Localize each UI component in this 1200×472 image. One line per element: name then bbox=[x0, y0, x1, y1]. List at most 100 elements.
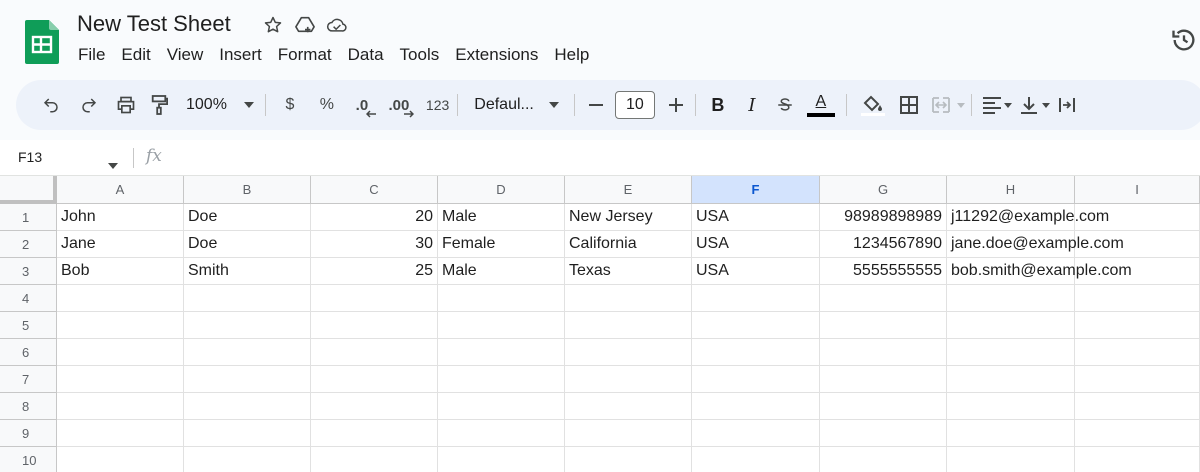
star-icon[interactable] bbox=[262, 14, 284, 36]
cell-d2[interactable]: Female bbox=[438, 231, 565, 258]
cell-i6[interactable] bbox=[1075, 339, 1200, 366]
menu-data[interactable]: Data bbox=[340, 44, 392, 66]
cell-e6[interactable] bbox=[565, 339, 692, 366]
cell-h9[interactable] bbox=[947, 420, 1075, 447]
cell-g8[interactable] bbox=[820, 393, 947, 420]
column-header-d[interactable]: D bbox=[438, 176, 565, 204]
cell-b5[interactable] bbox=[184, 312, 311, 339]
cell-e4[interactable] bbox=[565, 285, 692, 312]
paint-format-icon[interactable] bbox=[148, 90, 170, 120]
cell-i3[interactable] bbox=[1075, 258, 1200, 285]
cloud-saved-icon[interactable] bbox=[326, 14, 348, 36]
cell-b9[interactable] bbox=[184, 420, 311, 447]
sheets-logo-icon[interactable] bbox=[25, 20, 59, 64]
cell-a9[interactable] bbox=[57, 420, 184, 447]
name-box-dropdown-icon[interactable] bbox=[108, 156, 118, 174]
italic-button[interactable]: I bbox=[742, 90, 762, 120]
merge-cells-icon[interactable] bbox=[931, 90, 967, 120]
cell-a1[interactable]: John bbox=[57, 204, 184, 231]
row-header-5[interactable]: 5 bbox=[0, 312, 57, 339]
cell-g5[interactable] bbox=[820, 312, 947, 339]
cell-e3[interactable]: Texas bbox=[565, 258, 692, 285]
cell-e1[interactable]: New Jersey bbox=[565, 204, 692, 231]
cell-f1[interactable]: USA bbox=[692, 204, 820, 231]
cell-g7[interactable] bbox=[820, 366, 947, 393]
horizontal-align-icon[interactable] bbox=[982, 90, 1014, 120]
column-header-b[interactable]: B bbox=[184, 176, 311, 204]
cell-a3[interactable]: Bob bbox=[57, 258, 184, 285]
more-formats-button[interactable]: 123 bbox=[426, 90, 449, 120]
cell-a2[interactable]: Jane bbox=[57, 231, 184, 258]
cell-h8[interactable] bbox=[947, 393, 1075, 420]
row-header-4[interactable]: 4 bbox=[0, 285, 57, 312]
cell-b7[interactable] bbox=[184, 366, 311, 393]
cell-b6[interactable] bbox=[184, 339, 311, 366]
cell-b1[interactable]: Doe bbox=[184, 204, 311, 231]
move-to-drive-icon[interactable] bbox=[294, 14, 316, 36]
row-header-7[interactable]: 7 bbox=[0, 366, 57, 393]
font-family-select[interactable]: Defaul... bbox=[474, 90, 534, 120]
cell-f9[interactable] bbox=[692, 420, 820, 447]
currency-format-button[interactable]: $ bbox=[280, 90, 300, 120]
row-header-2[interactable]: 2 bbox=[0, 231, 57, 258]
zoom-dropdown-icon[interactable] bbox=[241, 90, 257, 120]
print-icon[interactable] bbox=[114, 90, 138, 120]
row-header-9[interactable]: 9 bbox=[0, 420, 57, 447]
cell-f2[interactable]: USA bbox=[692, 231, 820, 258]
cell-f4[interactable] bbox=[692, 285, 820, 312]
text-wrapping-icon[interactable] bbox=[1058, 90, 1076, 120]
cell-i5[interactable] bbox=[1075, 312, 1200, 339]
column-header-g[interactable]: G bbox=[820, 176, 947, 204]
cell-h4[interactable] bbox=[947, 285, 1075, 312]
cell-g4[interactable] bbox=[820, 285, 947, 312]
cell-d9[interactable] bbox=[438, 420, 565, 447]
cell-c7[interactable] bbox=[311, 366, 438, 393]
menu-view[interactable]: View bbox=[159, 44, 212, 66]
cell-e10[interactable] bbox=[565, 447, 692, 472]
row-header-3[interactable]: 3 bbox=[0, 258, 57, 285]
cell-h1[interactable]: j11292@example.com bbox=[947, 204, 1109, 231]
percent-format-button[interactable]: % bbox=[316, 90, 338, 120]
cell-h10[interactable] bbox=[947, 447, 1075, 472]
cell-g3[interactable]: 5555555555 bbox=[820, 258, 947, 285]
cell-d5[interactable] bbox=[438, 312, 565, 339]
cell-d1[interactable]: Male bbox=[438, 204, 565, 231]
increase-decimal-button[interactable]: .00 bbox=[384, 90, 414, 120]
cell-e2[interactable]: California bbox=[565, 231, 692, 258]
cell-d10[interactable] bbox=[438, 447, 565, 472]
increase-font-size-icon[interactable] bbox=[667, 90, 685, 120]
cell-c2[interactable]: 30 bbox=[311, 231, 438, 258]
name-box[interactable]: F13 bbox=[18, 149, 42, 165]
cell-f10[interactable] bbox=[692, 447, 820, 472]
cell-d3[interactable]: Male bbox=[438, 258, 565, 285]
column-header-a[interactable]: A bbox=[57, 176, 184, 204]
column-header-f[interactable]: F bbox=[692, 176, 820, 204]
cell-h2[interactable]: jane.doe@example.com bbox=[947, 231, 1124, 258]
row-header-6[interactable]: 6 bbox=[0, 339, 57, 366]
row-header-1[interactable]: 1 bbox=[0, 204, 57, 231]
cell-e7[interactable] bbox=[565, 366, 692, 393]
font-size-input[interactable]: 10 bbox=[614, 91, 655, 119]
menu-file[interactable]: File bbox=[70, 44, 113, 66]
cell-i4[interactable] bbox=[1075, 285, 1200, 312]
cell-d8[interactable] bbox=[438, 393, 565, 420]
column-header-c[interactable]: C bbox=[311, 176, 438, 204]
cell-h7[interactable] bbox=[947, 366, 1075, 393]
cell-g1[interactable]: 98989898989 bbox=[820, 204, 947, 231]
cell-c3[interactable]: 25 bbox=[311, 258, 438, 285]
column-header-i[interactable]: I bbox=[1075, 176, 1200, 204]
version-history-icon[interactable] bbox=[1170, 26, 1198, 54]
cell-g2[interactable]: 1234567890 bbox=[820, 231, 947, 258]
cell-i8[interactable] bbox=[1075, 393, 1200, 420]
cell-a10[interactable] bbox=[57, 447, 184, 472]
cell-a8[interactable] bbox=[57, 393, 184, 420]
cell-c6[interactable] bbox=[311, 339, 438, 366]
cell-f8[interactable] bbox=[692, 393, 820, 420]
cell-i9[interactable] bbox=[1075, 420, 1200, 447]
cell-b10[interactable] bbox=[184, 447, 311, 472]
cell-h5[interactable] bbox=[947, 312, 1075, 339]
cell-f6[interactable] bbox=[692, 339, 820, 366]
menu-help[interactable]: Help bbox=[546, 44, 597, 66]
row-header-10[interactable]: 10 bbox=[0, 447, 57, 472]
vertical-align-icon[interactable] bbox=[1020, 90, 1052, 120]
